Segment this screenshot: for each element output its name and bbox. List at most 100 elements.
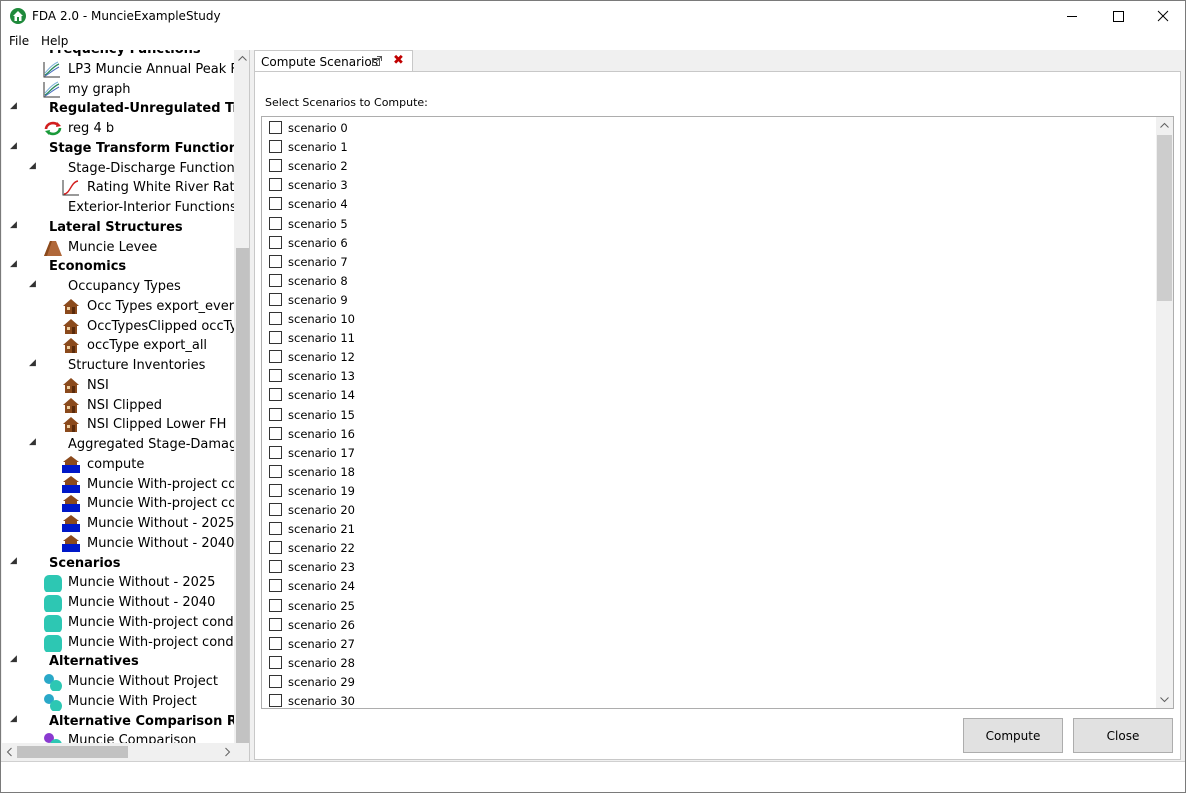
minimize-button[interactable] xyxy=(1049,1,1095,32)
scenario-checkbox[interactable] xyxy=(269,694,282,707)
scenario-label[interactable]: scenario 23 xyxy=(288,560,355,574)
scenario-checkbox-row[interactable]: scenario 15 xyxy=(269,405,1149,424)
menu-file[interactable]: File xyxy=(9,34,29,48)
tree-horizontal-scrollbar[interactable] xyxy=(2,743,249,761)
expand-arrow-icon[interactable]: ◢ xyxy=(10,556,17,566)
scenario-label[interactable]: scenario 28 xyxy=(288,656,355,670)
tree-item[interactable]: occType export_all xyxy=(2,335,234,355)
scenario-checkbox[interactable] xyxy=(269,598,282,612)
tree-item[interactable]: Rating White River Ratir xyxy=(2,177,234,197)
scenario-checkbox-row[interactable]: scenario 0 xyxy=(269,118,1149,137)
tree-item[interactable]: ◢ Aggregated Stage-Damage xyxy=(2,434,234,454)
scenario-label[interactable]: scenario 24 xyxy=(288,579,355,593)
tree-item[interactable]: ◢ Structure Inventories xyxy=(2,355,234,375)
scenario-label[interactable]: scenario 15 xyxy=(288,408,355,422)
tree-item[interactable]: NSI Clipped xyxy=(2,395,234,415)
scenario-checkbox-row[interactable]: scenario 1 xyxy=(269,137,1149,156)
expand-arrow-icon[interactable]: ◢ xyxy=(10,220,17,230)
scenario-checkbox[interactable] xyxy=(269,140,282,154)
scenario-checkbox[interactable] xyxy=(269,560,282,574)
tree-item[interactable]: Muncie Without - 2025 xyxy=(2,572,234,593)
expand-arrow-icon[interactable]: ◢ xyxy=(29,437,36,447)
tab-close-icon[interactable]: ✖ xyxy=(393,53,404,68)
scenario-checkbox[interactable] xyxy=(269,216,282,230)
tree-item[interactable]: Muncie Without Project xyxy=(2,671,234,691)
scenario-checkbox-row[interactable]: scenario 5 xyxy=(269,214,1149,233)
scenario-label[interactable]: scenario 4 xyxy=(288,197,348,211)
scenario-checkbox-row[interactable]: scenario 3 xyxy=(269,175,1149,194)
tree-item[interactable]: ◢ Regulated-Unregulated Trar xyxy=(2,98,234,118)
scenario-label[interactable]: scenario 18 xyxy=(288,465,355,479)
tree-item[interactable]: ◢ Economics xyxy=(2,256,234,276)
tree-item[interactable]: NSI Clipped Lower FH xyxy=(2,414,234,434)
scenario-checkbox-row[interactable]: scenario 13 xyxy=(269,366,1149,385)
scenario-label[interactable]: scenario 3 xyxy=(288,178,348,192)
expand-arrow-icon[interactable]: ◢ xyxy=(10,714,17,724)
scenario-checkbox[interactable] xyxy=(269,331,282,345)
scenario-checkbox[interactable] xyxy=(269,350,282,364)
scroll-up-icon[interactable] xyxy=(1156,117,1173,134)
scenario-checkbox-row[interactable]: scenario 16 xyxy=(269,424,1149,443)
scenario-checkbox[interactable] xyxy=(269,254,282,268)
scenario-checkbox[interactable] xyxy=(269,674,282,688)
scenario-label[interactable]: scenario 30 xyxy=(288,694,355,708)
scenario-list-scrollbar[interactable] xyxy=(1156,117,1173,708)
tree-item[interactable]: Occ Types export_every xyxy=(2,296,234,316)
scenario-checkbox[interactable] xyxy=(269,503,282,516)
scenario-checkbox[interactable] xyxy=(269,579,282,593)
scenario-checkbox-row[interactable]: scenario 10 xyxy=(269,309,1149,328)
expand-arrow-icon[interactable]: ◢ xyxy=(29,161,36,171)
scenario-label[interactable]: scenario 10 xyxy=(288,312,355,326)
tab-compute-scenarios[interactable]: Compute Scenarios ✖ xyxy=(254,50,413,72)
scenario-checkbox[interactable] xyxy=(269,235,282,249)
scenario-checkbox[interactable] xyxy=(269,407,282,421)
scenario-checkbox-row[interactable]: scenario 14 xyxy=(269,385,1149,404)
scenario-label[interactable]: scenario 6 xyxy=(288,236,348,250)
scenario-list-scroll-thumb[interactable] xyxy=(1157,135,1172,301)
tree-item[interactable]: Muncie With-project condi xyxy=(2,632,234,652)
scenario-label[interactable]: scenario 11 xyxy=(288,331,355,345)
tree-item[interactable]: Muncie Without - 2040 xyxy=(2,592,234,612)
scenario-checkbox[interactable] xyxy=(269,541,282,555)
scenario-label[interactable]: scenario 1 xyxy=(288,140,348,154)
scenario-checkbox[interactable] xyxy=(269,617,282,631)
scenario-checkbox[interactable] xyxy=(269,522,282,536)
scenario-label[interactable]: scenario 0 xyxy=(288,121,348,135)
scenario-label[interactable]: scenario 20 xyxy=(288,503,355,517)
scenario-checkbox[interactable] xyxy=(269,464,282,478)
scenario-checkbox-row[interactable]: scenario 11 xyxy=(269,328,1149,347)
scenario-checkbox[interactable] xyxy=(269,655,282,669)
scenario-label[interactable]: scenario 26 xyxy=(288,618,355,632)
scenario-checkbox[interactable] xyxy=(269,312,282,325)
scenario-checkbox-row[interactable]: scenario 25 xyxy=(269,596,1149,615)
scenario-label[interactable]: scenario 25 xyxy=(288,599,355,613)
scenario-checkbox-row[interactable]: scenario 26 xyxy=(269,615,1149,634)
scenario-label[interactable]: scenario 8 xyxy=(288,274,348,288)
scenario-label[interactable]: scenario 9 xyxy=(288,293,348,307)
scenario-label[interactable]: scenario 5 xyxy=(288,217,348,231)
scenario-checkbox-row[interactable]: scenario 18 xyxy=(269,462,1149,481)
scenario-checkbox-row[interactable]: scenario 4 xyxy=(269,194,1149,213)
expand-arrow-icon[interactable]: ◢ xyxy=(29,279,36,289)
tree-item[interactable]: ◢ Stage-Discharge Functions xyxy=(2,158,234,178)
scenario-checkbox[interactable] xyxy=(269,159,282,173)
scenario-label[interactable]: scenario 12 xyxy=(288,350,355,364)
tree-item[interactable]: ◢ Alternative Comparison Rep xyxy=(2,711,234,731)
scenario-list[interactable]: scenario 30 scenario 29 scenario 28 scenari… xyxy=(261,116,1174,709)
scenario-checkbox-row[interactable]: scenario 19 xyxy=(269,481,1149,500)
maximize-button[interactable] xyxy=(1095,1,1141,32)
scenario-label[interactable]: scenario 27 xyxy=(288,637,355,651)
tree-item[interactable]: my graph xyxy=(2,79,234,99)
tree-item[interactable]: ◢ Scenarios xyxy=(2,553,234,573)
scenario-checkbox-row[interactable]: scenario 22 xyxy=(269,538,1149,557)
scenario-checkbox[interactable] xyxy=(269,273,282,287)
expand-arrow-icon[interactable]: ◢ xyxy=(29,358,36,368)
scenario-checkbox-row[interactable]: scenario 30 xyxy=(269,691,1149,708)
scenario-checkbox[interactable] xyxy=(269,121,282,134)
tree-vertical-scrollbar[interactable] xyxy=(234,50,249,743)
tree-item[interactable]: compute xyxy=(2,454,234,474)
close-window-button[interactable] xyxy=(1141,1,1186,32)
tree-item[interactable]: Exterior-Interior Functions xyxy=(2,197,234,217)
tree-item[interactable]: ◢ Occupancy Types xyxy=(2,276,234,296)
tree-item[interactable]: Muncie With Project xyxy=(2,691,234,711)
